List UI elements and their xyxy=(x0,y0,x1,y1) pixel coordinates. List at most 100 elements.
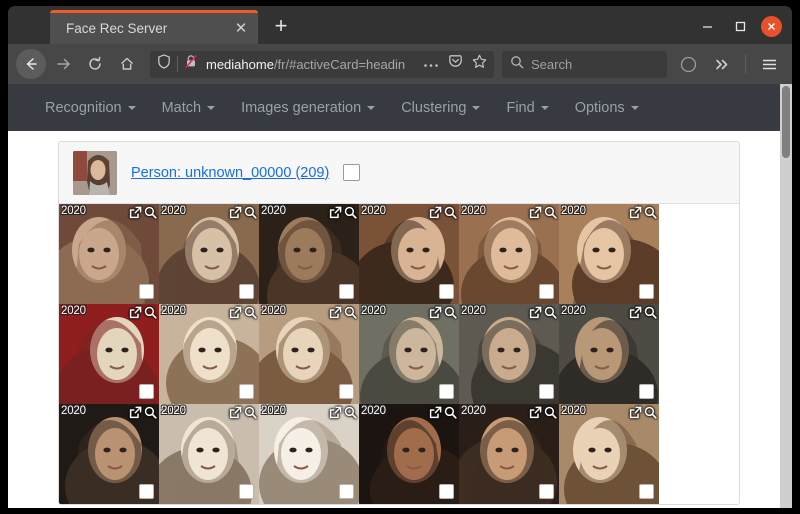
open-external-icon[interactable] xyxy=(529,406,542,419)
shield-icon[interactable] xyxy=(157,54,171,74)
magnifier-icon[interactable] xyxy=(444,306,457,319)
magnifier-icon[interactable] xyxy=(644,406,657,419)
thumbnail-select-checkbox[interactable] xyxy=(439,284,454,299)
open-external-icon[interactable] xyxy=(529,306,542,319)
thumbnail-item[interactable]: 2020 xyxy=(459,404,559,504)
hamburger-menu-icon[interactable] xyxy=(754,49,784,79)
address-bar[interactable]: mediahome/fr/#activeCard=headin xyxy=(150,50,494,78)
menu-item-images-generation[interactable]: Images generation xyxy=(228,100,388,116)
thumbnail-select-checkbox[interactable] xyxy=(339,484,354,499)
url-text[interactable]: mediahome/fr/#activeCard=headin xyxy=(203,57,418,72)
magnifier-icon[interactable] xyxy=(444,206,457,219)
thumbnail-item[interactable]: 2020 xyxy=(459,304,559,404)
overflow-chevrons-icon[interactable] xyxy=(707,49,737,79)
pocket-icon[interactable] xyxy=(448,54,463,74)
thumbnail-item[interactable]: 2020 xyxy=(459,204,559,304)
magnifier-icon[interactable] xyxy=(544,306,557,319)
back-button[interactable] xyxy=(16,49,46,79)
thumbnail-select-checkbox[interactable] xyxy=(539,284,554,299)
magnifier-icon[interactable] xyxy=(544,406,557,419)
thumbnail-select-checkbox[interactable] xyxy=(639,384,654,399)
thumbnail-item[interactable]: 2020 xyxy=(59,304,159,404)
thumbnail-select-checkbox[interactable] xyxy=(539,484,554,499)
open-external-icon[interactable] xyxy=(229,306,242,319)
thumbnail-item[interactable]: 2020 xyxy=(59,404,159,504)
minimize-button[interactable] xyxy=(695,14,719,38)
magnifier-icon[interactable] xyxy=(644,206,657,219)
magnifier-icon[interactable] xyxy=(344,406,357,419)
magnifier-icon[interactable] xyxy=(244,406,257,419)
thumbnail-select-checkbox[interactable] xyxy=(439,384,454,399)
account-circle-icon[interactable] xyxy=(673,49,703,79)
open-external-icon[interactable] xyxy=(329,306,342,319)
thumbnail-select-checkbox[interactable] xyxy=(239,384,254,399)
thumbnail-select-checkbox[interactable] xyxy=(139,384,154,399)
thumbnail-item[interactable]: 2020 xyxy=(259,404,359,504)
open-external-icon[interactable] xyxy=(629,306,642,319)
person-link[interactable]: Person: unknown_00000 (209) xyxy=(131,165,329,181)
thumbnail-item[interactable]: 2020 xyxy=(559,304,659,404)
menu-item-options[interactable]: Options xyxy=(562,100,652,116)
thumbnail-item[interactable]: 2020 xyxy=(559,404,659,504)
open-external-icon[interactable] xyxy=(329,206,342,219)
search-input[interactable]: Search xyxy=(531,57,572,72)
open-external-icon[interactable] xyxy=(129,406,142,419)
forward-button[interactable] xyxy=(48,49,78,79)
page-actions-icon[interactable] xyxy=(423,55,439,73)
new-tab-button[interactable]: + xyxy=(266,11,296,41)
magnifier-icon[interactable] xyxy=(244,306,257,319)
browser-tab[interactable]: Face Rec Server ✕ xyxy=(50,10,258,44)
thumbnail-select-checkbox[interactable] xyxy=(239,484,254,499)
thumbnail-select-checkbox[interactable] xyxy=(639,484,654,499)
open-external-icon[interactable] xyxy=(629,206,642,219)
thumbnail-item[interactable]: 2020 xyxy=(359,204,459,304)
page-scrollbar[interactable] xyxy=(780,84,792,508)
thumbnail-item[interactable]: 2020 xyxy=(159,404,259,504)
page-scrollbar-thumb[interactable] xyxy=(782,86,790,158)
magnifier-icon[interactable] xyxy=(344,206,357,219)
thumbnail-item[interactable]: 2020 xyxy=(159,304,259,404)
menu-item-recognition[interactable]: Recognition xyxy=(32,100,149,116)
thumbnail-item[interactable]: 2020 xyxy=(259,204,359,304)
thumbnail-select-checkbox[interactable] xyxy=(439,484,454,499)
magnifier-icon[interactable] xyxy=(344,306,357,319)
thumbnail-item[interactable]: 2020 xyxy=(359,404,459,504)
magnifier-icon[interactable] xyxy=(144,206,157,219)
thumbnail-select-checkbox[interactable] xyxy=(139,284,154,299)
open-external-icon[interactable] xyxy=(129,206,142,219)
menu-item-match[interactable]: Match xyxy=(149,100,229,116)
home-button[interactable] xyxy=(112,49,142,79)
search-bar[interactable]: Search xyxy=(502,50,667,78)
magnifier-icon[interactable] xyxy=(144,306,157,319)
person-select-checkbox[interactable] xyxy=(343,164,361,181)
reload-button[interactable] xyxy=(80,49,110,79)
magnifier-icon[interactable] xyxy=(544,206,557,219)
thumbnail-item[interactable]: 2020 xyxy=(259,304,359,404)
thumbnail-select-checkbox[interactable] xyxy=(339,384,354,399)
maximize-button[interactable] xyxy=(728,14,752,38)
thumbnail-select-checkbox[interactable] xyxy=(539,384,554,399)
magnifier-icon[interactable] xyxy=(244,206,257,219)
open-external-icon[interactable] xyxy=(229,206,242,219)
magnifier-icon[interactable] xyxy=(144,406,157,419)
thumbnail-item[interactable]: 2020 xyxy=(59,204,159,304)
thumbnail-select-checkbox[interactable] xyxy=(339,284,354,299)
thumbnail-select-checkbox[interactable] xyxy=(139,484,154,499)
thumbnail-item[interactable]: 2020 xyxy=(559,204,659,304)
open-external-icon[interactable] xyxy=(429,206,442,219)
thumbnail-item[interactable]: 2020 xyxy=(359,304,459,404)
thumbnail-select-checkbox[interactable] xyxy=(639,284,654,299)
open-external-icon[interactable] xyxy=(429,406,442,419)
magnifier-icon[interactable] xyxy=(644,306,657,319)
bookmark-star-icon[interactable] xyxy=(472,54,487,74)
menu-item-clustering[interactable]: Clustering xyxy=(388,100,493,116)
thumbnail-item[interactable]: 2020 xyxy=(159,204,259,304)
open-external-icon[interactable] xyxy=(429,306,442,319)
tab-close-icon[interactable]: ✕ xyxy=(228,16,254,42)
insecure-lock-icon[interactable] xyxy=(184,54,198,74)
magnifier-icon[interactable] xyxy=(444,406,457,419)
open-external-icon[interactable] xyxy=(129,306,142,319)
close-window-button[interactable] xyxy=(761,15,782,37)
open-external-icon[interactable] xyxy=(629,406,642,419)
open-external-icon[interactable] xyxy=(329,406,342,419)
